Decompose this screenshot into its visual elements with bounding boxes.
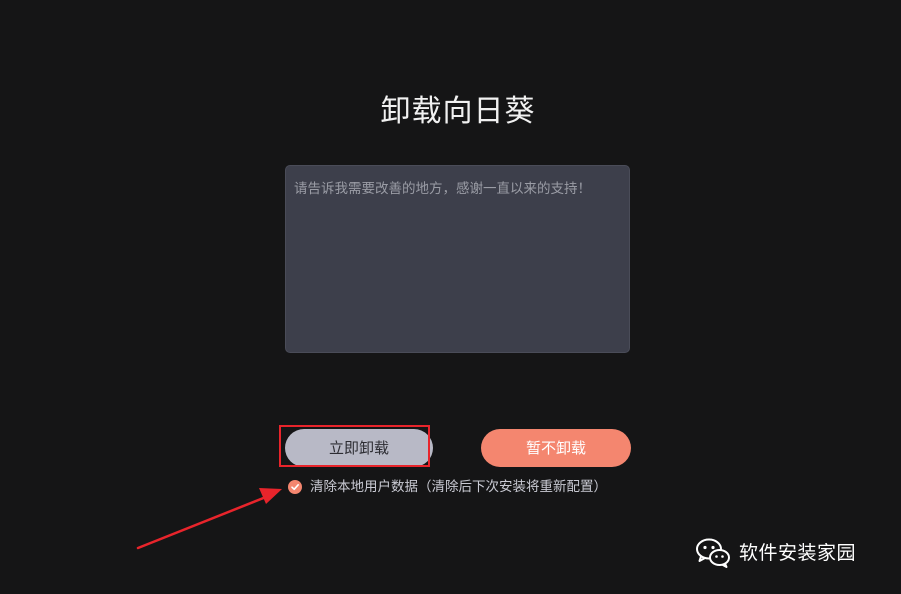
checkmark-icon [288,480,302,494]
clear-data-label: 清除本地用户数据（清除后下次安装将重新配置） [310,479,607,495]
watermark: 软件安装家园 [695,537,856,569]
uninstall-now-button[interactable]: 立即卸载 [285,429,433,467]
cancel-uninstall-button[interactable]: 暂不卸载 [481,429,631,467]
wechat-icon [696,538,730,568]
dialog-title: 卸载向日葵 [380,94,536,129]
uninstall-window: 卸载向日葵 立即卸载 暂不卸载 清除本地用户数据（清除后下次安装将重新配置） 软… [0,0,901,594]
watermark-text: 软件安装家园 [739,542,857,564]
clear-data-checkbox[interactable]: 清除本地用户数据（清除后下次安装将重新配置） [288,478,607,496]
feedback-input[interactable] [285,165,630,353]
